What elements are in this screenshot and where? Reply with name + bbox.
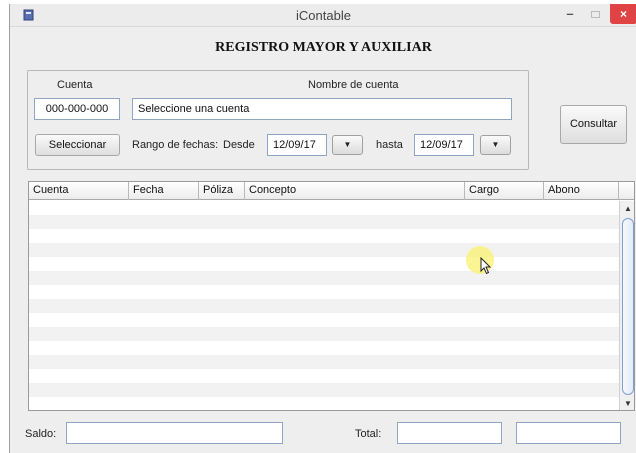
total-label: Total: <box>355 428 382 440</box>
date-to-label: hasta <box>376 139 403 151</box>
column-header-fecha[interactable]: Fecha <box>129 182 199 200</box>
app-window: iContable – × REGISTRO MAYOR Y AUXILIAR … <box>9 4 636 453</box>
column-header-abono[interactable]: Abono <box>544 182 619 200</box>
date-from-label: Desde <box>223 139 255 151</box>
date-from-dropdown-button[interactable]: ▼ <box>332 135 363 155</box>
vertical-scrollbar[interactable]: ▲ ▼ <box>619 201 634 410</box>
scroll-up-icon[interactable]: ▲ <box>620 201 634 217</box>
column-header-cuenta[interactable]: Cuenta <box>29 182 129 200</box>
scrollbar-thumb[interactable] <box>622 218 634 395</box>
column-header-cargo[interactable]: Cargo <box>465 182 544 200</box>
account-name-label: Nombre de cuenta <box>308 79 399 91</box>
column-header-poliza[interactable]: Póliza <box>199 182 245 200</box>
account-code-label: Cuenta <box>57 79 93 91</box>
total-abono-field[interactable] <box>516 422 621 444</box>
scroll-down-icon[interactable]: ▼ <box>620 396 634 410</box>
date-range-label: Rango de fechas: <box>132 139 219 151</box>
total-cargo-field[interactable] <box>397 422 502 444</box>
table-body[interactable] <box>29 201 619 410</box>
saldo-field[interactable] <box>66 422 283 444</box>
chevron-down-icon: ▼ <box>491 140 500 149</box>
page-title: REGISTRO MAYOR Y AUXILIAR <box>215 40 432 55</box>
maximize-button[interactable] <box>584 4 606 24</box>
table-header: Cuenta Fecha Póliza Concepto Cargo Abono <box>29 182 619 200</box>
minimize-button[interactable]: – <box>559 4 581 24</box>
saldo-label: Saldo: <box>25 428 57 440</box>
date-to-field[interactable]: 12/09/17 <box>414 134 474 156</box>
ledger-table[interactable]: Cuenta Fecha Póliza Concepto Cargo Abono… <box>28 181 635 411</box>
table-header-corner <box>619 182 634 200</box>
window-title: iContable <box>296 8 351 23</box>
maximize-icon <box>590 11 600 19</box>
chevron-down-icon: ▼ <box>343 140 352 149</box>
date-to-dropdown-button[interactable]: ▼ <box>480 135 511 155</box>
consult-button[interactable]: Consultar <box>560 105 627 144</box>
column-header-concepto[interactable]: Concepto <box>245 182 465 200</box>
close-button[interactable]: × <box>610 4 636 24</box>
account-name-field[interactable]: Seleccione una cuenta <box>132 98 512 120</box>
date-from-field[interactable]: 12/09/17 <box>267 134 327 156</box>
title-bar[interactable]: iContable – × <box>10 4 636 27</box>
account-code-field[interactable]: 000-000-000 <box>34 98 120 120</box>
mouse-pointer-icon <box>480 257 492 275</box>
select-account-button[interactable]: Seleccionar <box>35 134 120 156</box>
